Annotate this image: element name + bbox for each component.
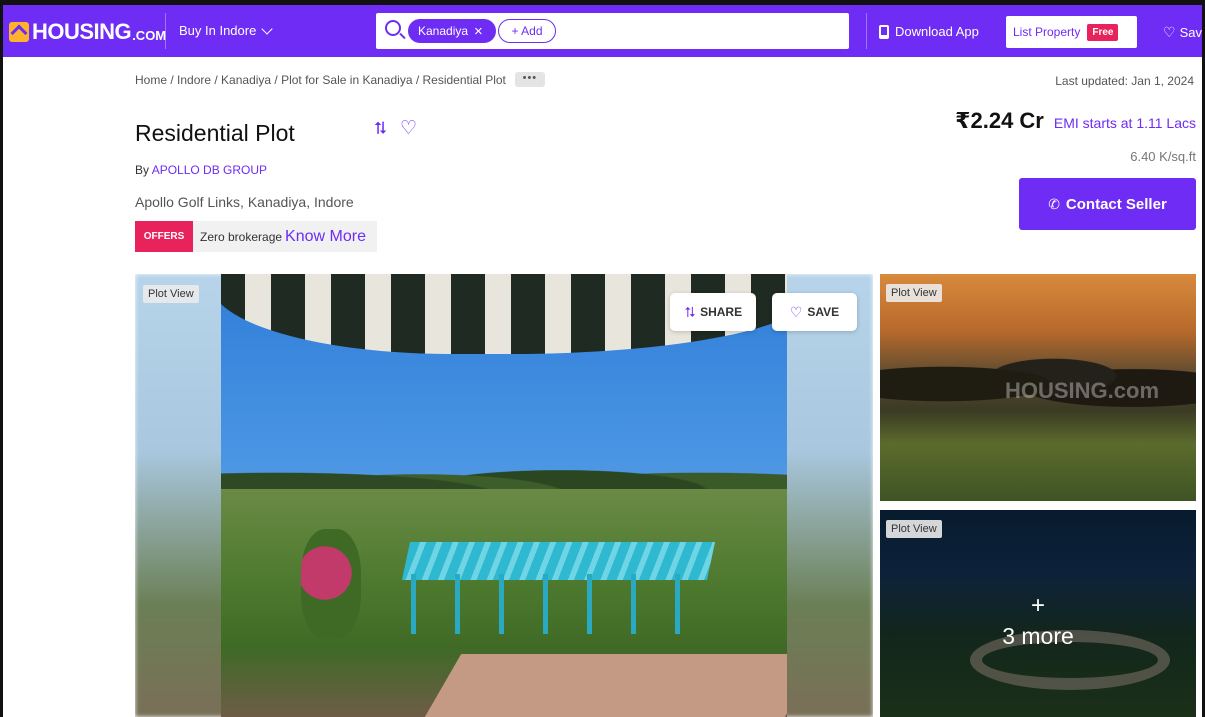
offer-text: Zero brokerage [200, 229, 283, 244]
locality-chip-label: Kanadiya [418, 24, 469, 38]
share-icon[interactable]: ⮁ [373, 119, 387, 139]
save-label: SAVE [807, 305, 840, 319]
search-icon [385, 20, 401, 36]
more-photos-plus: + [1030, 592, 1045, 619]
main-photo[interactable]: Plot View ⮁ SHARE ♡ SAVE [135, 274, 873, 717]
breadcrumb-more-button[interactable]: ••• [514, 72, 545, 87]
emi-prefix: EMI starts at [1053, 115, 1133, 131]
list-property-label: List Property [1013, 25, 1081, 39]
emi-link[interactable]: EMI starts at 1.11 Lacs [1054, 115, 1196, 131]
more-photos-link[interactable]: 3 more [880, 623, 1196, 650]
emi-value: 1.11 Lacs [1136, 115, 1196, 131]
photo-category-tag: Plot View [886, 284, 942, 302]
heart-icon: ♡ [1163, 24, 1176, 40]
heart-icon: ♡ [789, 303, 803, 320]
top-navbar: HOUSING .COM Buy In Indore Kanadiya × + … [3, 5, 1202, 57]
logo-text: HOUSING [32, 19, 132, 44]
page-title: Residential Plot [135, 120, 295, 146]
price-value: ₹2.24 Cr [955, 108, 1044, 133]
last-updated: Last updated: Jan 1, 2024 [1055, 74, 1194, 88]
free-badge: Free [1087, 23, 1119, 41]
phone-icon [879, 24, 889, 39]
price-per-sqft: 6.40 K/sq.ft [1130, 149, 1196, 164]
contact-seller-label: Contact Seller [1065, 195, 1167, 213]
chevron-down-icon [261, 22, 273, 35]
share-button[interactable]: ⮁ SHARE [670, 293, 756, 331]
property-address: Apollo Golf Links, Kanadiya, Indore [135, 194, 354, 210]
download-app-label: Download App [895, 24, 979, 39]
photo-pergola-legs [411, 574, 711, 634]
call-icon: ✆ [1048, 195, 1060, 212]
locality-chip[interactable]: Kanadiya × [408, 19, 496, 43]
by-prefix: By [135, 163, 150, 177]
list-property-button[interactable]: List Property Free [1006, 16, 1137, 48]
know-more-link[interactable]: Know More [285, 228, 366, 246]
contact-seller-button[interactable]: ✆ Contact Seller [1019, 178, 1196, 230]
buy-city-label: Buy In Indore [179, 23, 257, 38]
nav-divider [165, 13, 166, 49]
developer-link[interactable]: APOLLO DB GROUP [152, 163, 267, 177]
close-icon[interactable]: × [474, 24, 483, 39]
housing-logo[interactable]: HOUSING .COM [9, 19, 166, 45]
save-button[interactable]: ♡ SAVE [772, 293, 857, 331]
side-photo-1[interactable]: HOUSING.com Plot View [880, 274, 1196, 501]
offer-banner: OFFERS Zero brokerage Know More [135, 221, 377, 252]
saved-link[interactable]: ♡ Sav [1163, 24, 1202, 41]
housing-logo-icon [9, 22, 29, 42]
add-locality-button[interactable]: + Add [498, 19, 556, 43]
housing-watermark: HOUSING.com [1005, 378, 1160, 403]
side-photo-2[interactable]: Plot View + 3 more [880, 510, 1196, 717]
nav-divider [866, 13, 867, 49]
download-app-link[interactable]: Download App [879, 24, 979, 39]
photo-category-tag: Plot View [143, 285, 199, 303]
saved-label: Sav [1179, 25, 1202, 40]
developer-line: By APOLLO DB GROUP [135, 163, 267, 177]
logo-suffix: .COM [132, 27, 167, 43]
search-bar[interactable]: Kanadiya × + Add [376, 13, 849, 49]
price-block: ₹2.24 Cr EMI starts at 1.11 Lacs [955, 108, 1196, 134]
photo-path [420, 654, 787, 717]
share-icon: ⮁ [683, 303, 696, 320]
breadcrumb-text[interactable]: Home / Indore / Kanadiya / Plot for Sale… [135, 73, 506, 87]
photo-category-tag: Plot View [886, 520, 942, 538]
plot-photo[interactable] [221, 274, 787, 717]
window-frame-left [0, 0, 3, 717]
heart-icon[interactable]: ♡ [400, 117, 417, 140]
offer-tag: OFFERS [135, 221, 193, 252]
photo-flowers [301, 529, 361, 639]
breadcrumb[interactable]: Home / Indore / Kanadiya / Plot for Sale… [135, 72, 545, 87]
share-label: SHARE [700, 305, 743, 319]
buy-city-dropdown[interactable]: Buy In Indore [179, 22, 273, 38]
